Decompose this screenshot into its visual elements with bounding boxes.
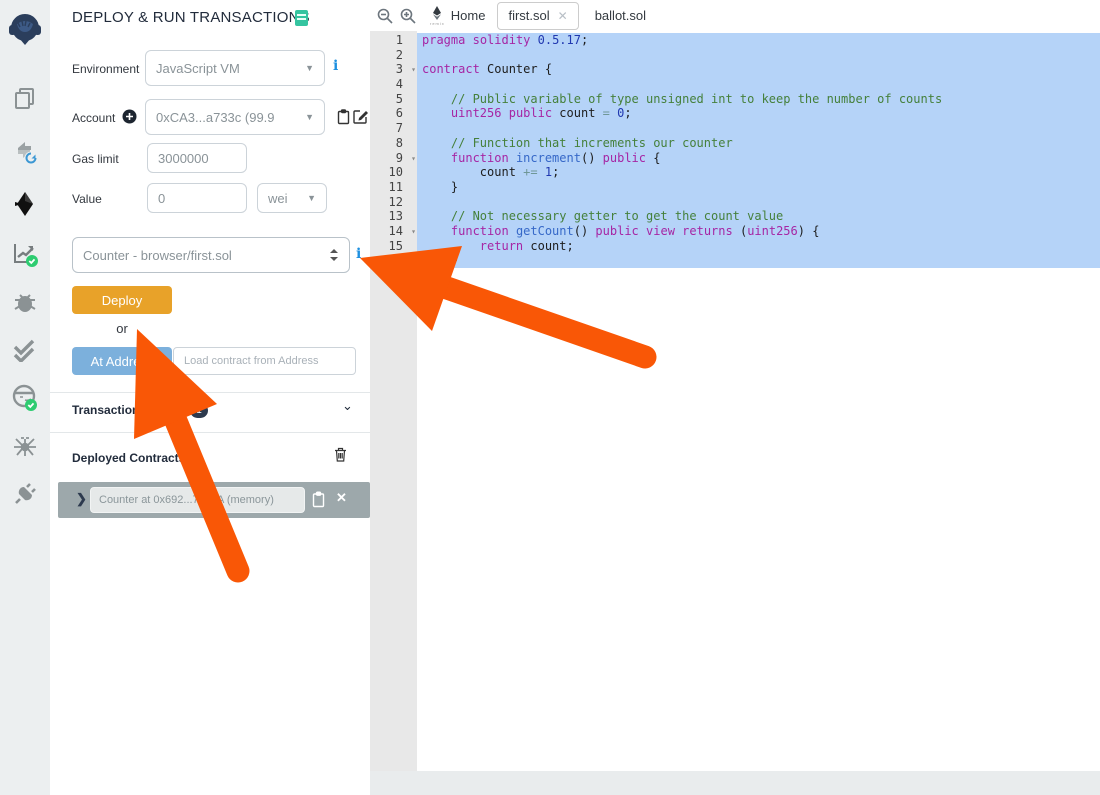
documentation-icon[interactable] [295, 10, 308, 26]
line-number: 1 [370, 33, 417, 48]
chevron-down-icon: ▼ [307, 193, 316, 203]
code-line[interactable]: // Not necessary getter to get the count… [417, 209, 1100, 224]
deployed-contract-row: ❯ Counter at 0x692...77b3A (memory) ✕ [58, 482, 370, 518]
at-address-input[interactable] [173, 347, 356, 375]
analysis-face-icon[interactable] [0, 374, 50, 422]
contract-info-icon[interactable]: i [356, 246, 361, 262]
zoom-out-icon[interactable] [377, 8, 393, 24]
line-number: 12 [370, 195, 417, 210]
code-line[interactable]: } [417, 253, 1100, 268]
line-number: 6 [370, 106, 417, 121]
remix-logo[interactable] [0, 0, 50, 60]
tab-bar: remix Home first.sol ✕ ballot.sol [370, 0, 1100, 31]
gutter-numbers: 123▾456789▾1011121314▾1516 [370, 31, 417, 771]
ethereum-remix-icon: remix [430, 6, 445, 26]
environment-select[interactable]: JavaScript VM ▼ [145, 50, 325, 86]
value-label: Value [72, 192, 102, 206]
divider [50, 392, 370, 393]
code-line[interactable]: uint256 public count = 0; [417, 106, 1100, 121]
deployed-contract-button[interactable]: Counter at 0x692...77b3A (memory) [90, 487, 305, 513]
tab-first-sol[interactable]: first.sol ✕ [497, 2, 578, 30]
copy-address-icon[interactable] [312, 491, 325, 508]
close-tab-icon[interactable]: ✕ [558, 9, 568, 23]
environment-info-icon[interactable]: i [333, 58, 338, 74]
chevron-down-icon: ▼ [305, 112, 314, 122]
line-number: 5 [370, 92, 417, 107]
trash-icon[interactable] [334, 447, 347, 462]
divider [50, 432, 370, 433]
gas-limit-input[interactable] [147, 143, 247, 173]
value-input[interactable] [147, 183, 247, 213]
code-line[interactable]: return count; [417, 239, 1100, 254]
code-line[interactable]: } [417, 180, 1100, 195]
line-number: 3▾ [370, 62, 417, 77]
line-number: 7 [370, 121, 417, 136]
remix-ide-window: DEPLOY & RUN TRANSACTIONS Environment Ja… [0, 0, 1100, 795]
line-number: 2 [370, 48, 417, 63]
line-number: 4 [370, 77, 417, 92]
updown-arrows-icon [329, 249, 339, 261]
solidity-compiler-icon[interactable] [0, 180, 50, 228]
code-line[interactable]: contract Counter { [417, 62, 1100, 77]
deploy-run-icon[interactable] [0, 230, 50, 278]
account-select[interactable]: 0xCA3...a733c (99.9 ▼ [145, 99, 325, 135]
line-number: 11 [370, 180, 417, 195]
swap-refresh-icon[interactable] [0, 128, 50, 176]
code-line[interactable] [417, 121, 1100, 136]
editor-pane: remix Home first.sol ✕ ballot.sol 123▾45… [370, 0, 1100, 795]
file-explorer-icon[interactable] [0, 74, 50, 122]
tab-home[interactable]: remix Home [424, 0, 491, 31]
gas-limit-label: Gas limit [72, 152, 119, 166]
expand-caret-icon[interactable]: ❯ [76, 491, 87, 507]
line-number: 9▾ [370, 151, 417, 166]
code-line[interactable] [417, 195, 1100, 210]
code-line[interactable]: // Function that increments our counter [417, 136, 1100, 151]
code-editor: 123▾456789▾1011121314▾1516 pragma solidi… [370, 31, 1100, 771]
fold-caret-icon[interactable]: ▾ [411, 225, 416, 240]
line-number: 15 [370, 239, 417, 254]
copy-account-icon[interactable] [337, 109, 350, 125]
activity-icon-rail [0, 0, 50, 795]
debugger-bug-icon[interactable] [0, 278, 50, 326]
code-line[interactable] [417, 77, 1100, 92]
deploy-run-panel: DEPLOY & RUN TRANSACTIONS Environment Ja… [50, 0, 370, 795]
line-number: 10 [370, 165, 417, 180]
add-account-icon[interactable] [122, 109, 137, 124]
remove-contract-icon[interactable]: ✕ [336, 490, 347, 506]
line-number: 13 [370, 209, 417, 224]
account-label: Account [72, 111, 115, 125]
fold-caret-icon[interactable]: ▾ [411, 63, 416, 78]
zoom-in-icon[interactable] [400, 8, 416, 24]
code-line[interactable]: // Public variable of type unsigned int … [417, 92, 1100, 107]
terminal-resize-bar[interactable] [370, 771, 1100, 795]
deploy-button[interactable]: Deploy [72, 286, 172, 314]
collapse-chevron-icon[interactable]: ⌄ [342, 398, 353, 414]
line-number: 16 [370, 253, 417, 268]
spider-icon[interactable] [0, 422, 50, 470]
code-lines[interactable]: pragma solidity 0.5.17; contract Counter … [417, 31, 1100, 771]
environment-label: Environment [72, 62, 139, 76]
code-line[interactable]: pragma solidity 0.5.17; [417, 33, 1100, 48]
code-line[interactable]: function increment() public { [417, 151, 1100, 166]
tab-ballot-sol[interactable]: ballot.sol [585, 0, 656, 31]
edit-account-icon[interactable] [353, 109, 368, 124]
or-label: or [94, 321, 150, 336]
chevron-down-icon: ▼ [305, 63, 314, 73]
line-number: 8 [370, 136, 417, 151]
value-unit-select[interactable]: wei ▼ [257, 183, 327, 213]
at-address-button[interactable]: At Address [72, 347, 172, 375]
contract-select[interactable]: Counter - browser/first.sol [72, 237, 350, 273]
line-number: 14▾ [370, 224, 417, 239]
plugin-plug-icon[interactable] [0, 470, 50, 518]
unit-testing-checks-icon[interactable] [0, 326, 50, 374]
code-line[interactable]: function getCount() public view returns … [417, 224, 1100, 239]
transactions-recorded-label: Transactions recorded: [72, 403, 205, 417]
fold-caret-icon[interactable]: ▾ [411, 152, 416, 167]
panel-title: DEPLOY & RUN TRANSACTIONS [72, 9, 310, 26]
transactions-count-badge: 1 [190, 403, 208, 418]
code-line[interactable]: count += 1; [417, 165, 1100, 180]
code-line[interactable] [417, 48, 1100, 63]
deployed-contracts-title: Deployed Contracts [72, 451, 185, 465]
